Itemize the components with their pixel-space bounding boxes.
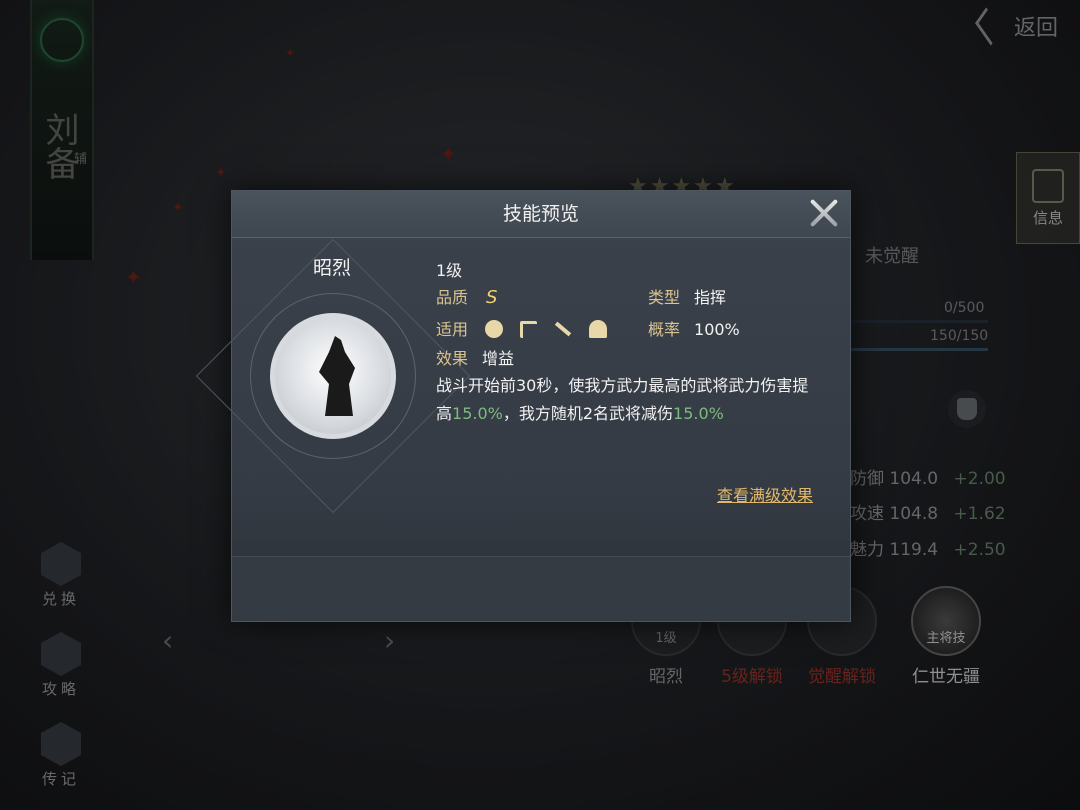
skill-level: 1级 — [436, 261, 463, 280]
type-label: 类型 — [648, 288, 681, 307]
effect-value: 增益 — [482, 349, 515, 368]
apply-row: 适用 — [436, 316, 608, 340]
warrior-silhouette-icon — [319, 336, 355, 416]
rate-label: 概率 — [648, 320, 681, 339]
quality-label: 品质 — [436, 288, 469, 307]
spear-icon — [555, 321, 572, 337]
full-level-effect-link[interactable]: 查看满级效果 — [717, 482, 813, 506]
rate-value: 100% — [694, 320, 740, 339]
horse-icon — [589, 320, 608, 338]
bow-icon — [520, 321, 538, 338]
effect-label: 效果 — [436, 349, 469, 368]
quality-value: S — [486, 287, 498, 308]
dialog-footer — [232, 556, 850, 621]
skill-emblem — [195, 238, 471, 514]
type-value: 指挥 — [694, 288, 727, 307]
skill-description: 战斗开始前30秒，使我方武力最高的武将武力伤害提高15.0%，我方随机2名武将减… — [436, 372, 816, 428]
apply-label: 适用 — [436, 320, 469, 339]
quality-row: 品质 S — [436, 284, 497, 308]
effect-row: 效果 增益 — [436, 345, 514, 369]
desc-highlight: 15.0% — [452, 404, 503, 423]
rate-row: 概率 100% — [648, 316, 740, 340]
desc-text: ，我方随机2名武将减伤 — [502, 404, 674, 423]
skill-portrait-icon — [270, 313, 396, 439]
dialog-title: 技能预览 — [232, 191, 850, 238]
close-button[interactable] — [804, 193, 844, 233]
desc-highlight: 15.0% — [673, 404, 724, 423]
shield-icon — [485, 320, 504, 338]
type-row: 类型 指挥 — [648, 284, 726, 308]
